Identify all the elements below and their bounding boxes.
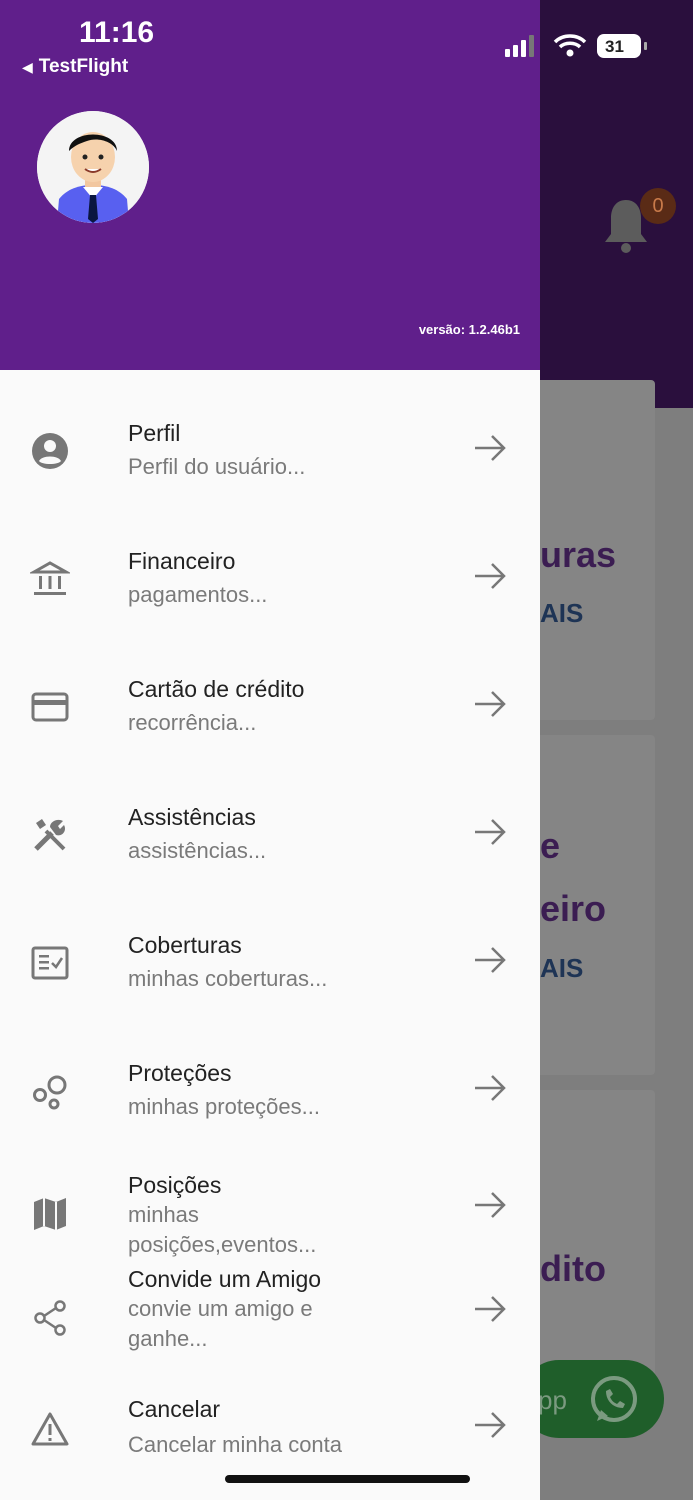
arrow-right-icon bbox=[472, 433, 508, 463]
tools-icon bbox=[30, 815, 70, 855]
menu-item-coberturas[interactable]: Coberturas minhas coberturas... bbox=[0, 912, 540, 1012]
menu-item-title: Cancelar bbox=[128, 1396, 221, 1422]
warning-icon bbox=[30, 1410, 70, 1450]
menu-item-financeiro[interactable]: Financeiro pagamentos... bbox=[0, 528, 540, 628]
menu-item-subtitle: assistências... bbox=[128, 838, 267, 863]
menu-item-title: Cartão de crédito bbox=[128, 676, 305, 702]
menu-item-title: Financeiro bbox=[128, 548, 236, 574]
background-card-subtitle: AIS bbox=[540, 598, 584, 628]
background-card-title: uras bbox=[540, 534, 617, 575]
background-card-title: e bbox=[540, 825, 561, 866]
menu-item-title: Assistências bbox=[128, 804, 256, 830]
checklist-icon bbox=[30, 943, 70, 983]
background-card-subtitle: AIS bbox=[540, 953, 584, 983]
menu-item-subtitle: minhas posições,eventos... bbox=[128, 1202, 317, 1257]
arrow-right-icon bbox=[472, 561, 508, 591]
arrow-right-icon bbox=[472, 1073, 508, 1103]
menu-item-subtitle: convie um amigo e ganhe... bbox=[128, 1296, 313, 1351]
notification-badge: 0 bbox=[640, 188, 676, 224]
arrow-right-icon bbox=[472, 945, 508, 975]
menu-item-title: Coberturas bbox=[128, 932, 242, 958]
menu-item-title: Posições bbox=[128, 1172, 222, 1198]
background-card-title: dito bbox=[540, 1248, 606, 1289]
whatsapp-label: pp bbox=[538, 1385, 567, 1415]
account-circle-icon bbox=[30, 431, 70, 471]
avatar[interactable] bbox=[37, 111, 149, 223]
arrow-right-icon bbox=[472, 817, 508, 847]
menu-item-protecoes[interactable]: Proteções minhas proteções... bbox=[0, 1040, 540, 1140]
whatsapp-icon bbox=[588, 1374, 640, 1426]
menu-item-convide-um-amigo[interactable]: Convide um Amigo convie um amigo e ganhe… bbox=[0, 1260, 540, 1360]
menu-item-cartao-de-credito[interactable]: Cartão de crédito recorrência... bbox=[0, 656, 540, 756]
menu-item-subtitle: minhas proteções... bbox=[128, 1094, 320, 1119]
bubbles-icon bbox=[30, 1071, 70, 1111]
back-label: TestFlight bbox=[38, 56, 129, 77]
menu-item-assistencias[interactable]: Assistências assistências... bbox=[0, 784, 540, 884]
menu-item-perfil[interactable]: Perfil Perfil do usuário... bbox=[0, 400, 540, 500]
drawer-header: 11:16 ◀ TestFlight versão: 1.2.46b1 bbox=[0, 0, 540, 370]
back-to-testflight-link[interactable]: ◀ TestFlight bbox=[22, 56, 128, 78]
status-icons bbox=[505, 32, 655, 62]
menu-item-subtitle: recorrência... bbox=[128, 710, 257, 735]
navigation-drawer: 11:16 ◀ TestFlight versão: 1.2.46b1 Perf… bbox=[0, 0, 540, 1500]
arrow-right-icon bbox=[472, 1410, 508, 1440]
menu-item-title: Convide um Amigo bbox=[128, 1266, 322, 1292]
background-card-title: eiro bbox=[540, 888, 607, 929]
credit-card-icon bbox=[30, 687, 70, 727]
arrow-right-icon bbox=[472, 1294, 508, 1324]
bank-icon bbox=[28, 559, 72, 599]
menu-item-subtitle: minhas coberturas... bbox=[128, 966, 328, 991]
battery-level: 31 bbox=[605, 37, 624, 56]
menu-item-posicoes[interactable]: Posições minhas posições,eventos... bbox=[0, 1160, 540, 1260]
home-indicator bbox=[225, 1475, 470, 1483]
back-arrow-icon: ◀ bbox=[22, 59, 33, 75]
status-time: 11:16 bbox=[79, 16, 155, 49]
arrow-right-icon bbox=[472, 1190, 508, 1220]
map-icon bbox=[30, 1194, 70, 1234]
arrow-right-icon bbox=[472, 689, 508, 719]
menu-item-subtitle: Cancelar minha conta bbox=[128, 1432, 343, 1457]
menu-item-title: Proteções bbox=[128, 1060, 232, 1086]
share-icon bbox=[30, 1298, 70, 1338]
menu-item-subtitle: pagamentos... bbox=[128, 582, 268, 607]
menu-item-cancelar[interactable]: Cancelar Cancelar minha conta bbox=[0, 1380, 540, 1470]
menu-item-title: Perfil bbox=[128, 420, 181, 446]
menu-item-subtitle: Perfil do usuário... bbox=[128, 454, 306, 479]
app-version: versão: 1.2.46b1 bbox=[418, 322, 520, 337]
